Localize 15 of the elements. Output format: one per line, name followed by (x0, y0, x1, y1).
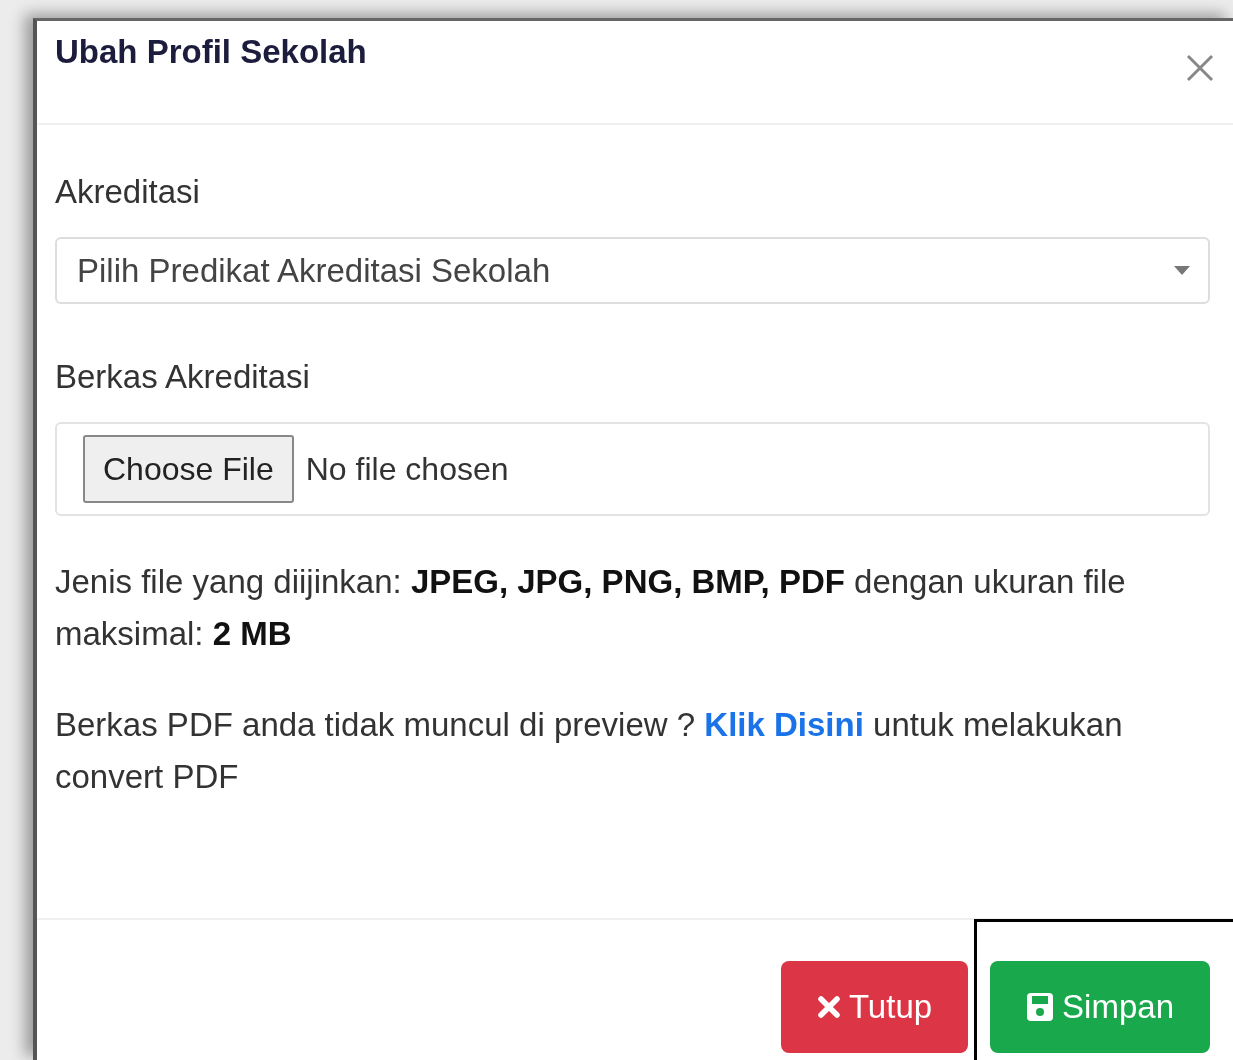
close-button[interactable]: Tutup (780, 961, 969, 1053)
help-text: Berkas PDF anda tidak muncul di preview ? Klik Disini untuk melakukan convert PDF (55, 705, 1124, 797)
field-label: Berkas Akreditasi (55, 358, 310, 396)
close-icon[interactable] (1185, 53, 1215, 83)
file-status: No file chosen (305, 450, 509, 488)
convert-link[interactable]: Klik Disini (704, 706, 864, 743)
caret-icon (1174, 265, 1190, 276)
modal-title: Ubah Profil Sekolah (55, 33, 367, 71)
field-label: Akreditasi (55, 173, 200, 211)
help-text: Jenis file yang diijinkan: JPEG, JPG, PNG, BMP, PDF dengan ukuran file maksimal: 2 MB (55, 562, 1127, 654)
file-field[interactable]: Choose File No file chosen (55, 422, 1210, 516)
save-icon (1026, 992, 1055, 1022)
close-icon (816, 995, 841, 1019)
choose-file-button[interactable]: Choose File (83, 435, 294, 503)
select-field[interactable]: Pilih Predikat Akreditasi Sekolah (55, 237, 1210, 304)
